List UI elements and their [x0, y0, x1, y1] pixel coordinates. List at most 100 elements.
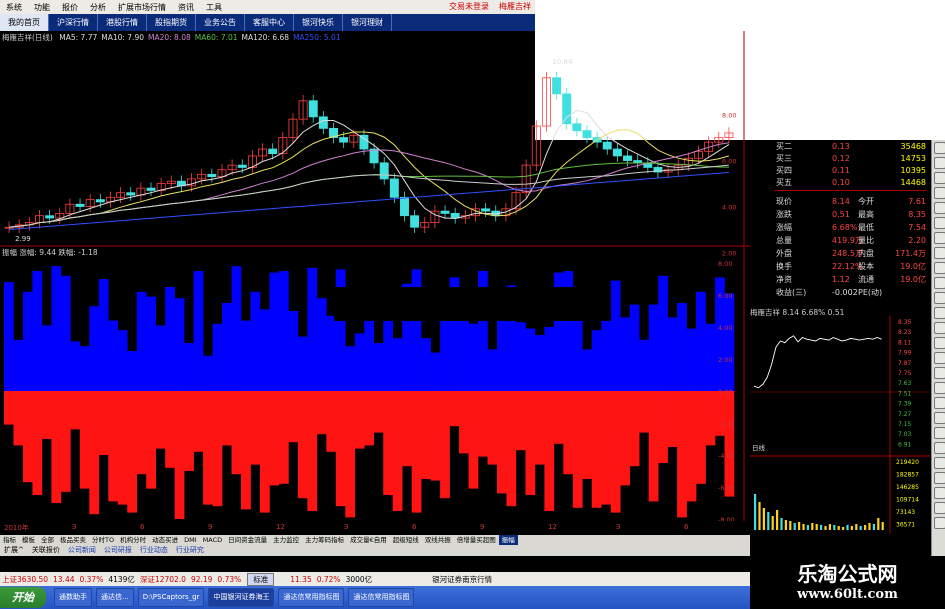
current-stock-name: 梅雁吉祥	[499, 2, 531, 11]
info-tab[interactable]: 扩展^	[0, 545, 28, 556]
sidebar-tool-icon[interactable]	[934, 442, 945, 454]
info-tab[interactable]: 行业动态	[136, 545, 172, 556]
intraday-price-line	[753, 335, 882, 389]
info-tab[interactable]: 公司新闻	[64, 545, 100, 556]
sidebar-tool-icon[interactable]	[934, 232, 945, 244]
quote-value: -0.002	[832, 288, 858, 297]
quote-key2: 量比	[858, 236, 874, 245]
sidebar-tool-icon[interactable]	[934, 322, 945, 334]
sidebar-tool-icon[interactable]	[934, 382, 945, 394]
start-button[interactable]: 开始	[0, 587, 46, 608]
taskbar-item[interactable]: 通数助手	[54, 588, 92, 607]
date-tick: 9	[208, 523, 213, 531]
menu-extended-market[interactable]: 扩展市场行情	[112, 2, 172, 13]
info-tab[interactable]: 关联报价	[28, 545, 64, 556]
intraday-price-tick: 7.15	[898, 421, 912, 428]
indicator-tab[interactable]: 主力监控	[270, 535, 302, 545]
tab-service[interactable]: 客服中心	[245, 14, 294, 31]
sidebar-tool-icon[interactable]	[934, 502, 945, 514]
info-tab[interactable]: 公司研报	[100, 545, 136, 556]
tab-home[interactable]: 我的首页	[0, 14, 49, 31]
quote-value: 6.68%	[832, 223, 858, 232]
amplitude-up-bar	[648, 304, 659, 391]
menu-system[interactable]: 系统	[0, 2, 28, 13]
amplitude-up-bar	[610, 280, 621, 391]
indicator-tab[interactable]: 指标	[0, 535, 19, 545]
sidebar-tool-icon[interactable]	[934, 217, 945, 229]
indicator-tab[interactable]: 模板	[19, 535, 38, 545]
sidebar-tool-icon[interactable]	[934, 142, 945, 154]
indicator-tab[interactable]: 成交量€自用	[347, 535, 390, 545]
sidebar-tool-icon[interactable]	[934, 337, 945, 349]
high-price-label: 10.84	[552, 58, 573, 66]
sidebar-tool-icon[interactable]	[934, 367, 945, 379]
info-tab[interactable]: 行业研究	[172, 545, 208, 556]
standard-button[interactable]: 标准	[247, 572, 275, 586]
tab-sh-sz-market[interactable]: 沪深行情	[49, 14, 98, 31]
sidebar-tool-icon[interactable]	[934, 172, 945, 184]
indicator-tab[interactable]: 超级短线	[390, 535, 422, 545]
sidebar-tool-icon[interactable]	[934, 247, 945, 259]
sidebar-tool-icon[interactable]	[934, 472, 945, 484]
sidebar-tool-icon[interactable]	[934, 457, 945, 469]
tab-index-futures[interactable]: 股指期货	[147, 14, 196, 31]
menu-tools[interactable]: 工具	[200, 2, 228, 13]
tab-hk-market[interactable]: 港股行情	[98, 14, 147, 31]
indicator-tab[interactable]: 全部	[38, 535, 57, 545]
intraday-chart[interactable]: 8.35 8.23 8.11 7.99 7.87 7.75 7.63 7.51 7.39 7.27…	[750, 316, 930, 534]
amplitude-up-bar	[392, 338, 403, 391]
indicator-tab[interactable]: 振幅	[498, 535, 518, 545]
quote-key: 涨幅	[776, 223, 792, 232]
sidebar-tool-icon[interactable]	[934, 277, 945, 289]
amplitude-up-bar	[203, 355, 213, 391]
sidebar-tool-icon[interactable]	[934, 262, 945, 274]
amplitude-up-bar	[174, 298, 185, 391]
taskbar-item[interactable]: D:\PSCaptors_gr	[137, 588, 205, 607]
indicator-tab[interactable]: 主力筹码指标	[302, 535, 347, 545]
tab-yinhe-finance[interactable]: 银河理财	[343, 14, 392, 31]
sidebar-tool-icon[interactable]	[934, 352, 945, 364]
menu-function[interactable]: 功能	[28, 2, 56, 13]
intraday-volume-bar	[855, 524, 858, 530]
watermark-title: 乐淘公式网	[797, 562, 898, 586]
volume-label: 日线	[752, 443, 766, 452]
amplitude-down-bar	[117, 391, 128, 505]
sidebar-tool-icon[interactable]	[934, 307, 945, 319]
indicator-tab[interactable]: 分时TO	[89, 535, 117, 545]
sidebar-tool-icon[interactable]	[934, 487, 945, 499]
indicator-tab[interactable]: 极品买卖	[57, 535, 89, 545]
taskbar-item[interactable]: 通达信常用指标图	[278, 588, 345, 607]
intraday-volume-bar	[762, 508, 765, 530]
menu-news[interactable]: 资讯	[172, 2, 200, 13]
menu-quote[interactable]: 报价	[56, 2, 84, 13]
intraday-volume-bar	[811, 523, 814, 530]
sidebar-tool-icon[interactable]	[934, 397, 945, 409]
indicator-tab[interactable]: MACD	[200, 535, 225, 545]
tab-yinhe-fun[interactable]: 银河快乐	[294, 14, 343, 31]
menu-analysis[interactable]: 分析	[84, 2, 112, 13]
amplitude-up-bar	[51, 266, 62, 391]
amplitude-down-bar	[335, 391, 346, 507]
trade-login-status[interactable]: 交易未登录	[449, 0, 489, 14]
indicator-tab[interactable]: 倍增量买超图	[454, 535, 499, 545]
indicator-tab[interactable]: 动态买进	[149, 535, 181, 545]
sidebar-tool-icon[interactable]	[934, 187, 945, 199]
sidebar-tool-icon[interactable]	[934, 157, 945, 169]
main-chart[interactable]: 10.84 2.99 8.00 6.00 4.00 2.00 8.00 6.00 4.00 2.…	[0, 31, 750, 521]
taskbar-item[interactable]: 通达信...	[96, 588, 134, 607]
sidebar-tool-icon[interactable]	[934, 292, 945, 304]
amplitude-up-bar	[534, 335, 545, 391]
taskbar-item[interactable]: 中国银河证券海王	[208, 588, 275, 607]
sidebar-tool-icon[interactable]	[934, 202, 945, 214]
indicator-tab[interactable]: 机构分时	[117, 535, 149, 545]
sidebar-tool-icon[interactable]	[934, 427, 945, 439]
quote-value: 8.14	[832, 197, 850, 206]
indicator-tab[interactable]: 双线共振	[422, 535, 454, 545]
taskbar-item[interactable]: 通达信常用指标图	[348, 588, 415, 607]
quote-row: 净资 1.12 流通 19.0亿	[750, 273, 930, 286]
tab-announcements[interactable]: 业务公告	[196, 14, 245, 31]
indicator-tab[interactable]: 日间资金流量	[225, 535, 270, 545]
sidebar-tool-icon[interactable]	[934, 517, 945, 529]
indicator-tab[interactable]: DMI	[181, 535, 200, 545]
sidebar-tool-icon[interactable]	[934, 412, 945, 424]
